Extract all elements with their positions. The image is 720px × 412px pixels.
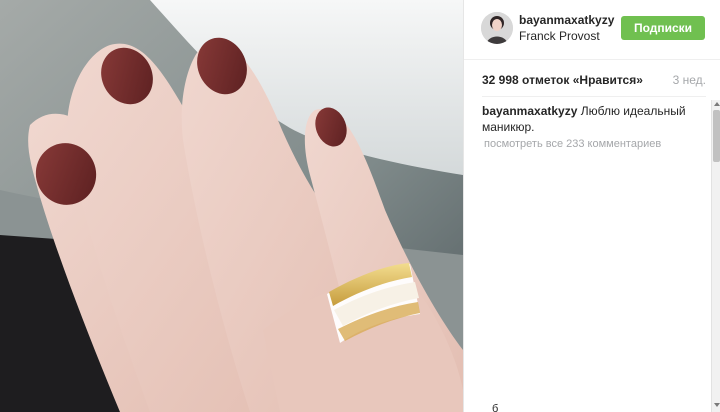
scroll-down-icon[interactable] [714,403,720,407]
likes-row: 32 998 отметок «Нравится» 3 нед. [482,73,706,89]
follow-button[interactable]: Подписки [621,16,705,40]
caption-author[interactable]: bayanmaxatkyzy [482,104,577,118]
author-username[interactable]: bayanmaxatkyzy [519,13,614,27]
post-time[interactable]: 3 нед. [673,73,706,87]
post-header: bayanmaxatkyzy Franck Provost Подписки [464,0,720,60]
view-all-comments-link[interactable]: посмотреть все 233 комментариев [484,138,661,150]
likes-count[interactable]: 32 998 отметок «Нравится» [482,73,643,87]
section-divider [482,96,706,97]
post-caption: bayanmaxatkyzy Люблю идеальный маникюр. [482,103,696,135]
post-location[interactable]: Franck Provost [519,29,600,43]
scroll-up-icon[interactable] [714,102,720,106]
scrollbar-thumb[interactable] [713,110,720,162]
partial-comment-text: б [492,403,499,412]
hand-manicure-image [0,0,463,412]
user-avatar-icon [481,12,513,44]
author-avatar[interactable] [481,12,513,44]
post-photo[interactable] [0,0,463,412]
post-side-panel: bayanmaxatkyzy Franck Provost Подписки 3… [463,0,720,412]
comments-scrollbar[interactable] [711,100,720,412]
